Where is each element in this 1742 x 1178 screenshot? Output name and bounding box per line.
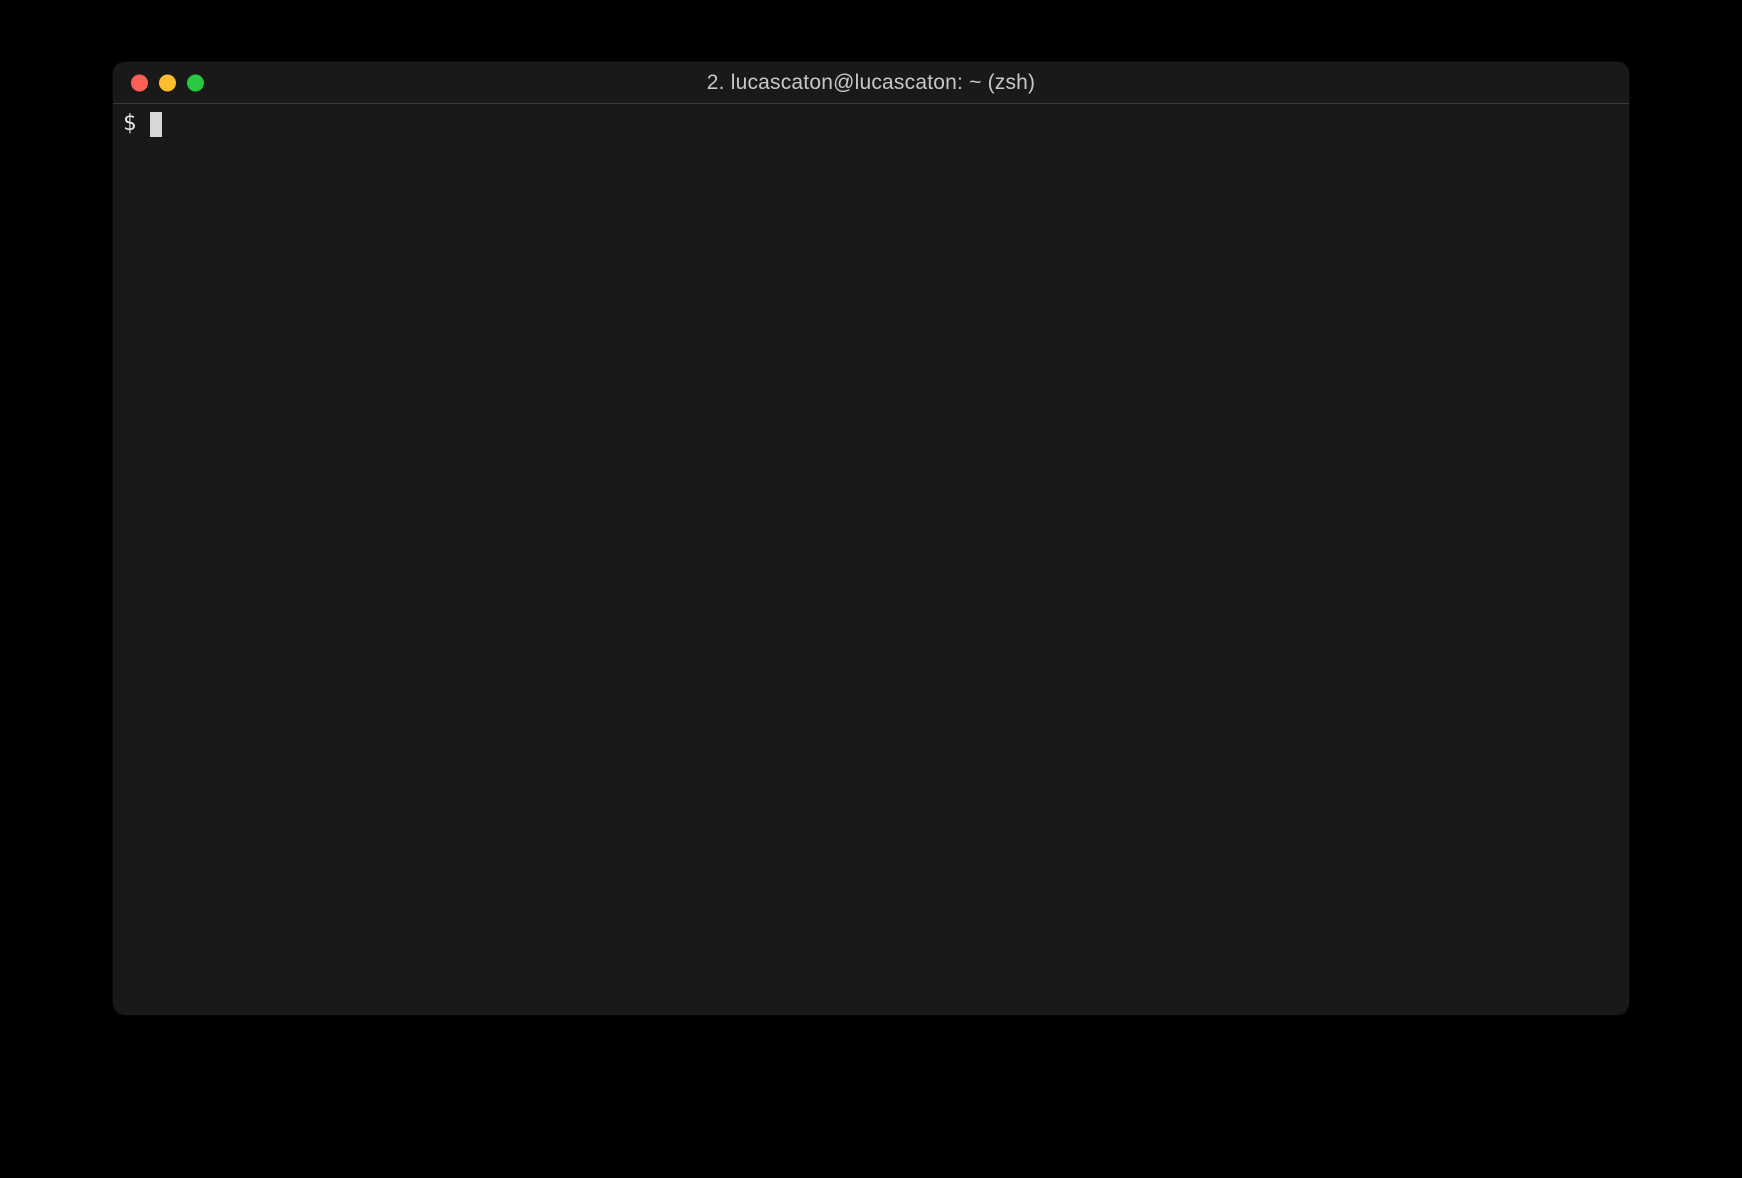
zoom-button[interactable] (187, 74, 204, 91)
prompt-line: $ (123, 110, 1619, 139)
terminal-body[interactable]: $ (113, 104, 1629, 1015)
terminal-window: 2. lucascaton@lucascaton: ~ (zsh) $ (113, 62, 1629, 1015)
prompt-symbol: $ (123, 110, 136, 139)
window-title: 2. lucascaton@lucascaton: ~ (zsh) (113, 71, 1629, 95)
cursor-icon (150, 112, 162, 137)
traffic-lights (131, 74, 204, 91)
minimize-button[interactable] (159, 74, 176, 91)
close-button[interactable] (131, 74, 148, 91)
title-bar: 2. lucascaton@lucascaton: ~ (zsh) (113, 62, 1629, 104)
